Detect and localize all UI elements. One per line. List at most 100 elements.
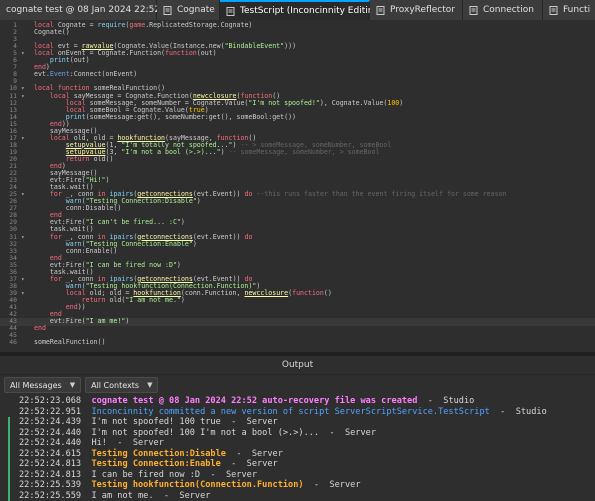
output-filters: All Messages ▼ All Contexts ▼ bbox=[0, 375, 595, 395]
code-token: "I am me!" bbox=[86, 317, 126, 325]
server-indicator bbox=[8, 470, 10, 481]
server-indicator bbox=[8, 438, 10, 449]
output-text: 22:52:24.440 I'm not spoofed! 100 I'm no… bbox=[19, 428, 376, 439]
output-timestamp: 22:52:24.440 bbox=[19, 428, 91, 438]
script-icon bbox=[226, 7, 235, 16]
code-token: "I can't be fired... :C" bbox=[86, 218, 181, 226]
code-token: evt. bbox=[34, 70, 50, 78]
code-token: "BindableEvent" bbox=[225, 42, 285, 50]
code-token: -- someMessage, someNumber, > someBool bbox=[229, 148, 380, 156]
output-line[interactable]: 22:52:25.559 I am not me. - Server bbox=[0, 491, 595, 501]
code-token: ))) bbox=[284, 42, 296, 50]
output-message: Testing Connection:Enable bbox=[91, 459, 220, 469]
tab-label: cognate test @ 08 Jan 2024 22:52 bbox=[6, 5, 160, 15]
code-token: (out) bbox=[197, 49, 217, 57]
output-line[interactable]: 22:52:24.615 Testing Connection:Disable … bbox=[0, 449, 595, 460]
output-text: 22:52:25.539 Testing hookfunction(Connec… bbox=[19, 480, 361, 491]
tab-functi[interactable]: Functi✕ bbox=[543, 0, 595, 20]
code-token: ) bbox=[177, 261, 181, 269]
output-message: Testing Connection:Disable bbox=[91, 449, 226, 459]
tab-cognate[interactable]: Cognate✕ bbox=[157, 0, 220, 20]
output-timestamp: 22:52:24.615 bbox=[19, 449, 91, 459]
code-token: ) bbox=[197, 197, 201, 205]
code-token: "I can be fired now :D" bbox=[86, 261, 177, 269]
output-message: I'm not spoofed! 100 true - Server bbox=[91, 417, 277, 427]
code-token: ) bbox=[181, 296, 185, 304]
output-message: - Studio bbox=[490, 407, 547, 417]
code-token: Event bbox=[50, 70, 70, 78]
code-token: )) bbox=[78, 303, 86, 311]
output-line[interactable]: 22:52:23.068 cognate test @ 08 Jan 2024 … bbox=[0, 396, 595, 407]
output-message: - Server bbox=[304, 480, 361, 490]
tab-label: Connection bbox=[483, 5, 534, 15]
code-text: someRealFunction() bbox=[34, 339, 105, 347]
output-line[interactable]: 22:52:24.440 Hi! - Server bbox=[0, 438, 595, 449]
tab-label: Functi bbox=[563, 5, 590, 15]
script-icon bbox=[163, 6, 172, 15]
output-text: 22:52:24.813 I can be fired now :D - Ser… bbox=[19, 470, 257, 481]
code-token: ) bbox=[221, 148, 229, 156]
output-line[interactable]: 22:52:24.440 I'm not spoofed! 100 I'm no… bbox=[0, 428, 595, 439]
tab-label: ProxyReflector bbox=[390, 5, 455, 15]
tab-proxyreflector[interactable]: ProxyReflector✕ bbox=[370, 0, 463, 20]
code-token: ) bbox=[105, 176, 109, 184]
output-message: Hi! - Server bbox=[91, 438, 163, 448]
server-indicator bbox=[8, 428, 10, 439]
server-indicator bbox=[8, 449, 10, 460]
code-token: ), Cognate.Value( bbox=[320, 99, 388, 107]
tab-bar: cognate test @ 08 Jan 2024 22:52Cognate✕… bbox=[0, 0, 595, 20]
output-message: cognate test @ 08 Jan 2024 22:52 auto-re… bbox=[91, 396, 417, 406]
tab-label: Cognate bbox=[177, 5, 215, 15]
code-token: (someMessage:get(), someNumber:get(), so… bbox=[86, 113, 296, 121]
code-token: ) bbox=[399, 99, 403, 107]
code-token: .ReplicatedStorage.Cognate) bbox=[145, 21, 252, 29]
output-timestamp: 22:52:24.439 bbox=[19, 417, 91, 427]
output-line[interactable]: 22:52:24.813 Testing Connection:Enable -… bbox=[0, 459, 595, 470]
code-token: "I'm not a bool (>.>)..." bbox=[121, 148, 220, 156]
code-token: require bbox=[98, 21, 126, 29]
context-filter-dropdown[interactable]: All Contexts ▼ bbox=[85, 377, 158, 393]
code-token: end bbox=[34, 324, 46, 332]
output-log[interactable]: 22:52:23.068 cognate test @ 08 Jan 2024 … bbox=[0, 396, 595, 501]
code-token: (out) bbox=[70, 56, 90, 64]
output-line[interactable]: 22:52:22.951 Inconcinnity committed a ne… bbox=[0, 407, 595, 418]
output-message: Testing hookfunction(Connection.Function… bbox=[91, 480, 303, 490]
code-token: "I'm not spoofed!" bbox=[248, 99, 319, 107]
code-token: --this runs faster than the event firing… bbox=[256, 190, 506, 198]
code-token: (conn.Function, bbox=[181, 289, 245, 297]
output-line[interactable]: 22:52:25.539 Testing hookfunction(Connec… bbox=[0, 480, 595, 491]
code-token: old( bbox=[105, 296, 125, 304]
code-token: do bbox=[244, 233, 252, 241]
code-token: end bbox=[66, 303, 78, 311]
script-editor[interactable]: 1local Cognate = require(game.Replicated… bbox=[0, 20, 595, 352]
tab-cognate-test-08-jan-2024-22-52[interactable]: cognate test @ 08 Jan 2024 22:52 bbox=[0, 0, 157, 20]
tab-label: TestScript (Inconcinnity Editing) bbox=[240, 6, 383, 16]
output-text: 22:52:23.068 cognate test @ 08 Jan 2024 … bbox=[19, 396, 474, 407]
output-line[interactable]: 22:52:24.813 I can be fired now :D - Ser… bbox=[0, 470, 595, 481]
server-indicator bbox=[8, 459, 10, 470]
code-token: (evt.Event)) bbox=[193, 233, 245, 241]
code-token: someRealFunction() bbox=[34, 338, 105, 346]
code-token: Cognate() bbox=[34, 28, 70, 36]
code-token: ) bbox=[181, 218, 185, 226]
output-timestamp: 22:52:25.559 bbox=[19, 491, 91, 501]
code-token: function bbox=[165, 49, 197, 57]
tab-testscript-inconcinnity-editing[interactable]: TestScript (Inconcinnity Editing)✕ bbox=[220, 0, 370, 20]
code-token: ) bbox=[193, 240, 197, 248]
output-message: I am not me. - Server bbox=[91, 491, 210, 501]
tab-connection[interactable]: Connection✕ bbox=[463, 0, 543, 20]
output-line[interactable]: 22:52:24.439 I'm not spoofed! 100 true -… bbox=[0, 417, 595, 428]
output-timestamp: 22:52:24.813 bbox=[19, 459, 91, 469]
message-filter-dropdown[interactable]: All Messages ▼ bbox=[4, 377, 81, 393]
server-indicator bbox=[8, 417, 10, 428]
code-token: game bbox=[129, 21, 145, 29]
output-text: 22:52:22.951 Inconcinnity committed a ne… bbox=[19, 407, 547, 418]
server-indicator bbox=[8, 480, 10, 491]
script-icon bbox=[469, 6, 478, 15]
code-token: ) bbox=[125, 317, 129, 325]
code-line[interactable]: 46someRealFunction() bbox=[0, 339, 595, 347]
code-token: return bbox=[66, 155, 90, 163]
code-token: "I am not me." bbox=[125, 296, 181, 304]
code-token: newcclosure bbox=[244, 289, 288, 297]
output-message: I can be fired now :D - Server bbox=[91, 470, 257, 480]
